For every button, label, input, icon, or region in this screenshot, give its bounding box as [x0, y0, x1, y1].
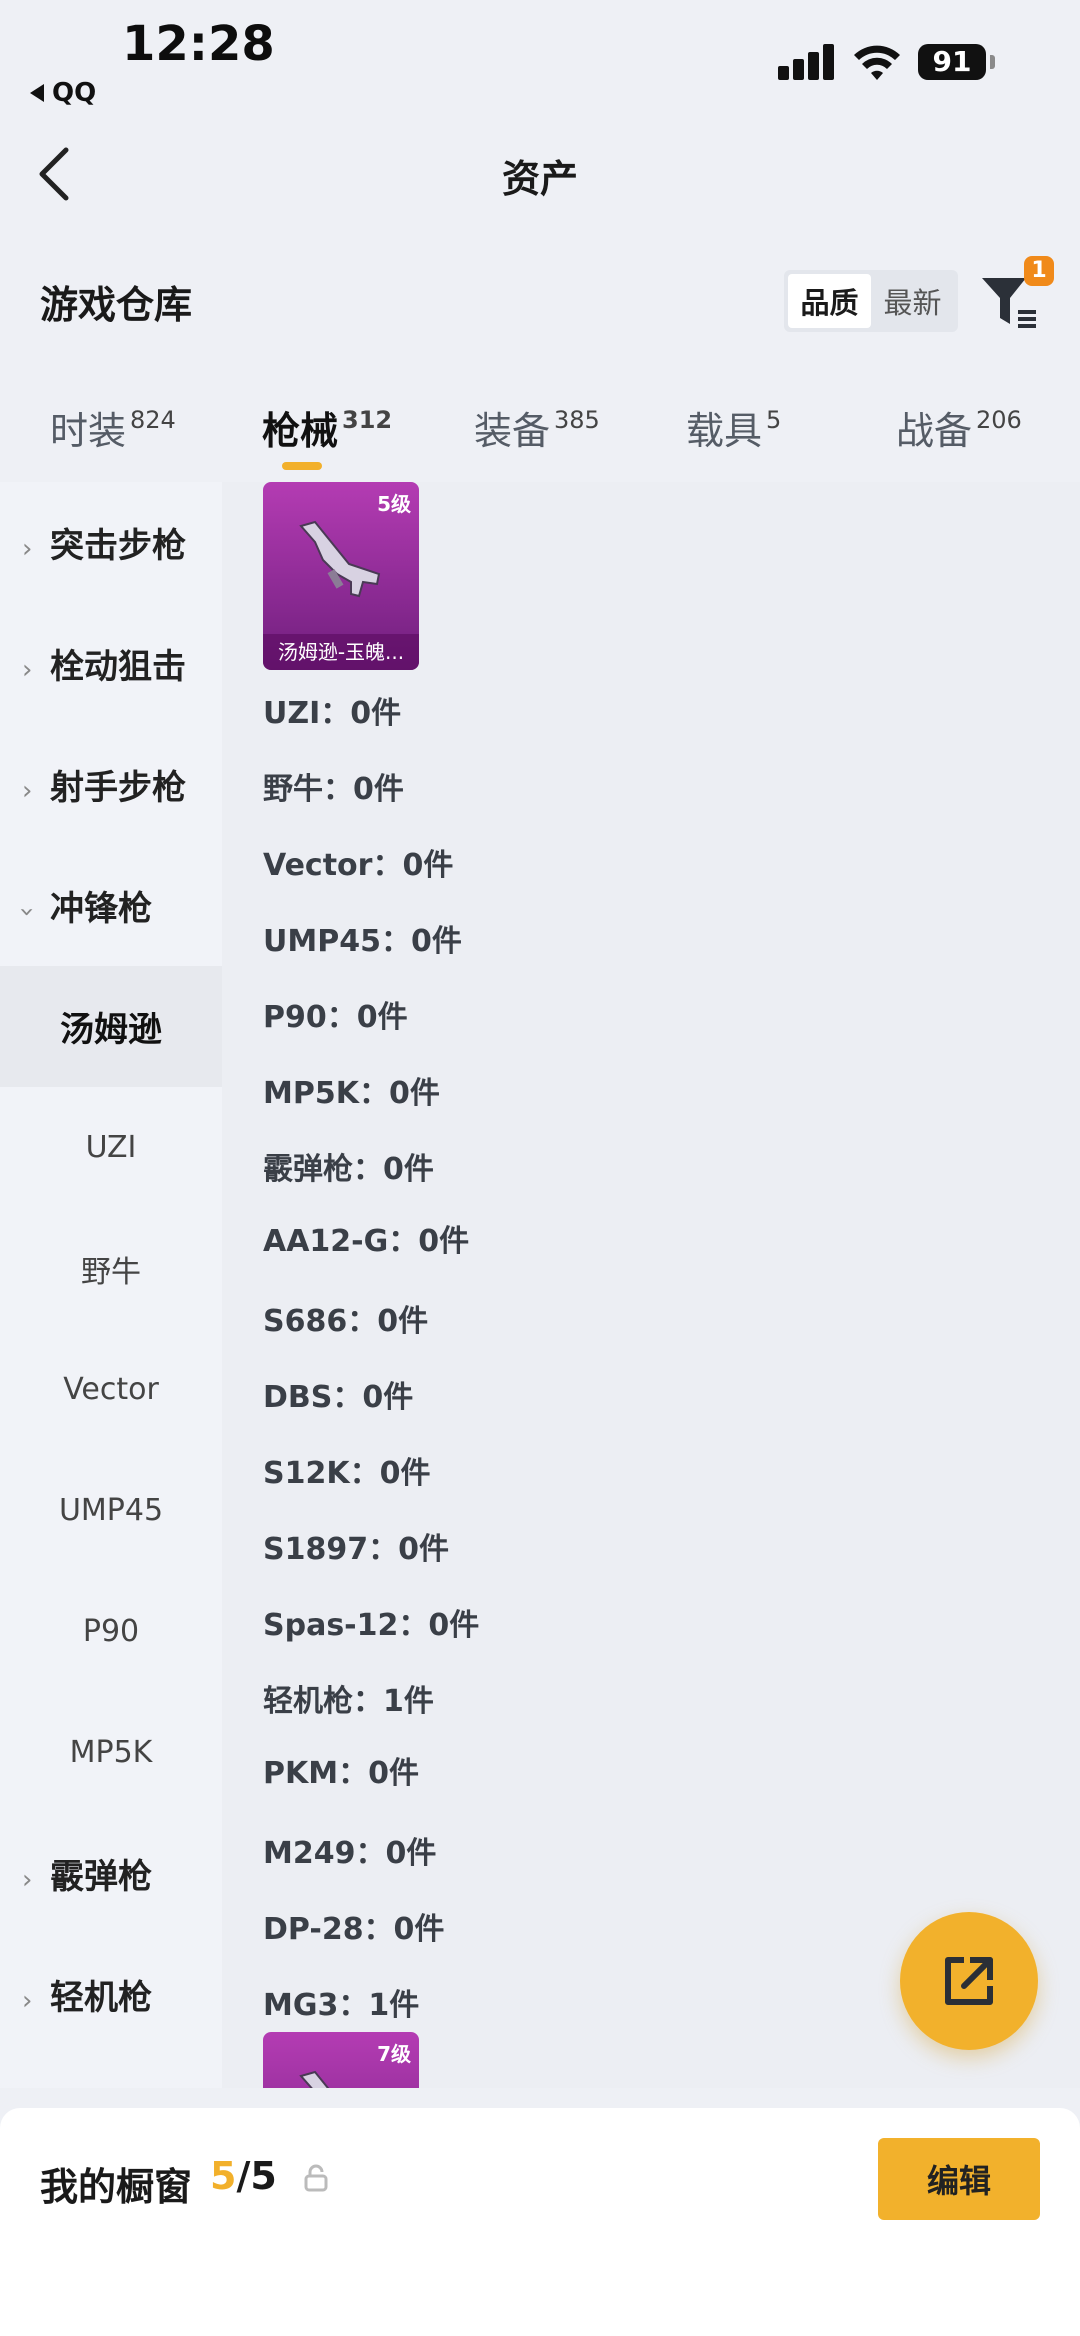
- sidebar-item-label: 射手步枪: [50, 768, 186, 808]
- active-tab-indicator: [282, 462, 322, 470]
- sidebar-item-label: 霰弹枪: [50, 1857, 152, 1897]
- showcase-bar: 我的橱窗 5/5 编辑: [0, 2108, 1080, 2336]
- sidebar-item-label: MP5K: [69, 1735, 153, 1770]
- tab-supplies[interactable]: 战备 206: [896, 400, 1022, 455]
- chevron-right-icon: ›: [22, 654, 33, 685]
- sidebar-item-label: Vector: [63, 1372, 159, 1407]
- tab-count: 312: [342, 406, 393, 434]
- count-row-mp5k: MP5K：0件: [263, 1076, 440, 1111]
- chevron-right-icon: ›: [22, 1985, 33, 2016]
- weapon-skin-card[interactable]: 7级: [263, 2032, 419, 2088]
- share-button[interactable]: [900, 1912, 1038, 2050]
- page-title: 资产: [501, 157, 578, 201]
- share-icon: [945, 1957, 993, 2005]
- tab-equipment[interactable]: 装备 385: [474, 400, 600, 455]
- section-title: 游戏仓库: [40, 283, 193, 327]
- count-row-aa12g: AA12-G：0件: [263, 1224, 470, 1259]
- count-row-dbs: DBS：0件: [263, 1380, 414, 1415]
- count-row-s12k: S12K：0件: [263, 1456, 431, 1491]
- sidebar-item-label: 栓动狙击: [50, 647, 186, 687]
- count-row-bizon: 野牛：0件: [263, 772, 404, 807]
- sidebar-item-thompson[interactable]: 汤姆逊: [0, 966, 222, 1087]
- sidebar-item-ump45[interactable]: UMP45: [0, 1450, 222, 1571]
- sidebar-item-label: UZI: [85, 1130, 137, 1165]
- chevron-right-icon: ›: [22, 1864, 33, 1895]
- sidebar-item-bolt-snipers[interactable]: › 栓动狙击: [0, 603, 222, 724]
- back-to-app-link[interactable]: QQ: [30, 78, 96, 108]
- tab-label: 载具: [686, 409, 763, 453]
- filter-badge: 1: [1024, 256, 1054, 286]
- tab-vehicles[interactable]: 载具 5: [686, 400, 781, 455]
- tab-count: 5: [766, 406, 782, 434]
- count-row-m249: M249：0件: [263, 1836, 437, 1871]
- chevron-right-icon: ›: [22, 533, 33, 564]
- chevron-right-icon: ›: [22, 775, 33, 806]
- status-bar: 12:28 QQ 91: [0, 0, 1080, 110]
- count-row-dp28: DP-28：0件: [263, 1912, 445, 1947]
- sidebar-item-label: UMP45: [58, 1493, 164, 1528]
- tab-count: 385: [554, 406, 600, 434]
- lock-icon: [304, 2164, 328, 2192]
- count-row-lmg: 轻机枪：1件: [263, 1684, 434, 1719]
- sidebar-item-label: 突击步枪: [50, 526, 186, 566]
- battery-icon: 91: [918, 44, 986, 80]
- count-row-mg3: MG3：1件: [263, 1988, 420, 2023]
- tab-firearms[interactable]: 枪械 312: [262, 400, 392, 455]
- chevron-down-icon: ›: [12, 906, 43, 917]
- tab-label: 装备: [474, 409, 551, 453]
- count-row-ump45: UMP45：0件: [263, 924, 462, 959]
- count-row-s686: S686：0件: [263, 1304, 429, 1339]
- weapon-category-sidebar: › 突击步枪 › 栓动狙击 › 射手步枪 › 冲锋枪 汤姆逊 UZI 野牛 Vector…: [0, 482, 222, 2088]
- sidebar-item-uzi[interactable]: UZI: [0, 1087, 222, 1208]
- tab-count: 824: [130, 406, 176, 434]
- category-tabs: 时装 824 枪械 312 装备 385 载具 5 战备 206: [0, 386, 1080, 486]
- count-row-p90: P90：0件: [263, 1000, 408, 1035]
- sidebar-item-assault-rifles[interactable]: › 突击步枪: [0, 482, 222, 603]
- status-time: 12:28: [122, 16, 275, 72]
- sidebar-item-lmgs[interactable]: › 轻机枪: [0, 1934, 222, 2055]
- edit-button[interactable]: 编辑: [878, 2138, 1040, 2220]
- count-row-pkm: PKM：0件: [263, 1756, 419, 1791]
- sidebar-item-bizon[interactable]: 野牛: [0, 1208, 222, 1329]
- showcase-label: 我的橱窗: [40, 2165, 193, 2209]
- sort-quality-option[interactable]: 品质: [788, 274, 871, 328]
- sort-newest-option[interactable]: 最新: [871, 274, 954, 328]
- sidebar-item-label: 冲锋枪: [50, 889, 152, 929]
- tab-count: 206: [976, 406, 1022, 434]
- count-row-vector: Vector：0件: [263, 848, 454, 883]
- tab-label: 战备: [896, 409, 973, 453]
- tab-label: 时装: [50, 409, 127, 453]
- sidebar-item-label: 野牛: [81, 1254, 141, 1290]
- item-name: 汤姆逊-玉魄...: [263, 634, 419, 670]
- back-app-label: QQ: [52, 78, 97, 108]
- count-row-spas12: Spas-12：0件: [263, 1608, 480, 1643]
- back-triangle-icon: [30, 84, 44, 102]
- wifi-icon: [854, 45, 900, 80]
- showcase-count: 5/5: [210, 2154, 277, 2198]
- gun-icon: [299, 520, 381, 598]
- tab-fashion[interactable]: 时装 824: [50, 400, 176, 455]
- showcase-count-total: /5: [236, 2154, 277, 2198]
- count-row-shotgun: 霰弹枪：0件: [263, 1152, 434, 1187]
- signal-icon: [778, 44, 836, 80]
- gun-icon: [299, 2070, 330, 2088]
- sidebar-item-p90[interactable]: P90: [0, 1571, 222, 1692]
- sidebar-item-shotguns[interactable]: › 霰弹枪: [0, 1813, 222, 1934]
- showcase-count-current: 5: [210, 2154, 237, 2198]
- battery-tip: [990, 55, 995, 69]
- count-row-uzi: UZI：0件: [263, 696, 402, 731]
- sidebar-item-label: 轻机枪: [50, 1978, 152, 2018]
- weapon-skin-card[interactable]: 5级 汤姆逊-玉魄...: [263, 482, 419, 670]
- sort-toggle: 品质 最新: [784, 270, 958, 332]
- sidebar-item-vector[interactable]: Vector: [0, 1329, 222, 1450]
- weapon-content-list: 5级 汤姆逊-玉魄... UZI：0件 野牛：0件 Vector：0件 UMP4…: [222, 482, 1080, 2088]
- sidebar-item-smgs[interactable]: › 冲锋枪: [0, 845, 222, 966]
- sidebar-item-label: P90: [82, 1614, 140, 1649]
- sidebar-item-marksman-rifles[interactable]: › 射手步枪: [0, 724, 222, 845]
- count-row-s1897: S1897：0件: [263, 1532, 449, 1567]
- sidebar-item-label: 汤姆逊: [60, 1010, 162, 1050]
- sidebar-item-mp5k[interactable]: MP5K: [0, 1692, 222, 1813]
- tab-label: 枪械: [262, 409, 339, 453]
